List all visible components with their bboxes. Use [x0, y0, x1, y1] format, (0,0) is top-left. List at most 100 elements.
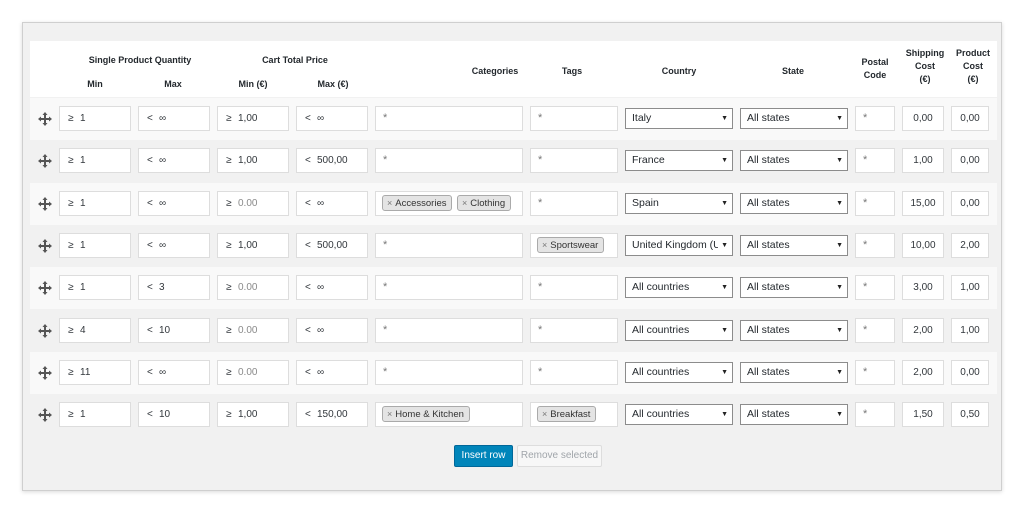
shipping-cost-input[interactable]: 2,00: [902, 359, 944, 385]
price-max-input[interactable]: < ∞: [296, 359, 368, 385]
price-max-input[interactable]: < ∞: [296, 106, 368, 131]
move-arrows-icon[interactable]: [38, 408, 52, 423]
state-select[interactable]: All states ▼: [740, 404, 848, 426]
categories-field[interactable]: *: [375, 317, 523, 343]
categories-field[interactable]: *: [375, 148, 523, 174]
state-select[interactable]: All states ▼: [740, 234, 848, 256]
postal-code-field[interactable]: *: [855, 190, 895, 216]
postal-code-field[interactable]: *: [855, 232, 895, 258]
move-arrows-icon[interactable]: [38, 238, 52, 253]
qty-min-input[interactable]: ≥1: [59, 190, 131, 216]
postal-code-field[interactable]: *: [855, 359, 895, 385]
tags-field[interactable]: *: [530, 275, 618, 301]
remove-tag-icon[interactable]: ×: [387, 198, 392, 208]
category-tag[interactable]: × Clothing: [457, 194, 512, 211]
insert-row-button[interactable]: Insert row: [454, 445, 513, 467]
tags-field[interactable]: *: [530, 359, 618, 385]
price-min-input[interactable]: ≥0.00: [217, 317, 289, 343]
shipping-cost-input[interactable]: 2,00: [902, 317, 944, 343]
remove-tag-icon[interactable]: ×: [462, 198, 467, 208]
qty-max-input[interactable]: <3: [138, 275, 210, 301]
price-min-input[interactable]: ≥0.00: [217, 275, 289, 301]
country-select[interactable]: All countries ▼: [625, 319, 733, 341]
shipping-cost-input[interactable]: 15,00: [902, 190, 944, 216]
shipping-cost-input[interactable]: 1,50: [902, 402, 944, 428]
product-cost-input[interactable]: 0,00: [951, 190, 989, 216]
price-max-input[interactable]: <150,00: [296, 402, 368, 428]
postal-code-field[interactable]: *: [855, 317, 895, 343]
price-max-input[interactable]: <500,00: [296, 148, 368, 174]
state-select[interactable]: All states ▼: [740, 277, 848, 299]
qty-min-input[interactable]: ≥1: [59, 275, 131, 301]
qty-max-input[interactable]: <10: [138, 402, 210, 428]
product-tag[interactable]: × Sportswear: [537, 236, 605, 253]
move-arrows-icon[interactable]: [38, 196, 52, 211]
qty-max-input[interactable]: <10: [138, 317, 210, 343]
categories-field[interactable]: *: [375, 359, 523, 385]
price-max-input[interactable]: < ∞: [296, 190, 368, 216]
price-min-input[interactable]: ≥0.00: [217, 190, 289, 216]
tags-field[interactable]: *: [530, 148, 618, 174]
shipping-cost-input[interactable]: 1,00: [902, 148, 944, 174]
remove-selected-button[interactable]: Remove selected: [517, 445, 602, 467]
product-cost-input[interactable]: 1,00: [951, 317, 989, 343]
move-arrows-icon[interactable]: [38, 365, 52, 380]
shipping-cost-input[interactable]: 0,00: [902, 106, 944, 131]
remove-tag-icon[interactable]: ×: [542, 240, 547, 250]
product-tag[interactable]: × Breakfast: [537, 406, 597, 423]
product-cost-input[interactable]: 1,00: [951, 275, 989, 301]
state-select[interactable]: All states ▼: [740, 319, 848, 341]
country-select[interactable]: Spain ▼: [625, 192, 733, 214]
move-arrows-icon[interactable]: [38, 154, 52, 169]
price-min-input[interactable]: ≥1,00: [217, 106, 289, 131]
qty-max-input[interactable]: < ∞: [138, 359, 210, 385]
product-cost-input[interactable]: 0,00: [951, 359, 989, 385]
price-max-input[interactable]: < ∞: [296, 317, 368, 343]
qty-min-input[interactable]: ≥1: [59, 402, 131, 428]
product-cost-input[interactable]: 0,50: [951, 402, 989, 428]
state-select[interactable]: All states ▼: [740, 192, 848, 214]
qty-max-input[interactable]: < ∞: [138, 106, 210, 131]
qty-min-input[interactable]: ≥1: [59, 232, 131, 258]
state-select[interactable]: All states ▼: [740, 108, 848, 129]
postal-code-field[interactable]: *: [855, 148, 895, 174]
product-cost-input[interactable]: 2,00: [951, 232, 989, 258]
tags-field[interactable]: *: [530, 190, 618, 216]
postal-code-field[interactable]: *: [855, 402, 895, 428]
category-tag[interactable]: × Home & Kitchen: [382, 406, 470, 423]
price-min-input[interactable]: ≥0.00: [217, 359, 289, 385]
qty-min-input[interactable]: ≥1: [59, 148, 131, 174]
country-select[interactable]: France ▼: [625, 150, 733, 172]
move-arrows-icon[interactable]: [38, 281, 52, 296]
product-cost-input[interactable]: 0,00: [951, 148, 989, 174]
categories-field[interactable]: *: [375, 106, 523, 131]
remove-tag-icon[interactable]: ×: [542, 409, 547, 419]
country-select[interactable]: All countries ▼: [625, 361, 733, 383]
country-select[interactable]: United Kingdom (UK)▼: [625, 234, 733, 256]
price-min-input[interactable]: ≥1,00: [217, 232, 289, 258]
postal-code-field[interactable]: *: [855, 106, 895, 131]
tags-field[interactable]: *: [530, 106, 618, 131]
categories-field[interactable]: *: [375, 232, 523, 258]
category-tag[interactable]: × Accessories: [382, 194, 453, 211]
qty-min-input[interactable]: ≥1: [59, 106, 131, 131]
qty-min-input[interactable]: ≥11: [59, 359, 131, 385]
product-cost-input[interactable]: 0,00: [951, 106, 989, 131]
country-select[interactable]: All countries ▼: [625, 277, 733, 299]
move-arrows-icon[interactable]: [38, 112, 52, 126]
price-max-input[interactable]: < ∞: [296, 275, 368, 301]
move-arrows-icon[interactable]: [38, 323, 52, 338]
country-select[interactable]: All countries ▼: [625, 404, 733, 426]
postal-code-field[interactable]: *: [855, 275, 895, 301]
categories-field[interactable]: *: [375, 275, 523, 301]
state-select[interactable]: All states ▼: [740, 361, 848, 383]
qty-max-input[interactable]: < ∞: [138, 148, 210, 174]
qty-min-input[interactable]: ≥4: [59, 317, 131, 343]
price-min-input[interactable]: ≥1,00: [217, 402, 289, 428]
shipping-cost-input[interactable]: 3,00: [902, 275, 944, 301]
shipping-cost-input[interactable]: 10,00: [902, 232, 944, 258]
country-select[interactable]: Italy ▼: [625, 108, 733, 129]
qty-max-input[interactable]: < ∞: [138, 190, 210, 216]
tags-field[interactable]: *: [530, 317, 618, 343]
qty-max-input[interactable]: < ∞: [138, 232, 210, 258]
